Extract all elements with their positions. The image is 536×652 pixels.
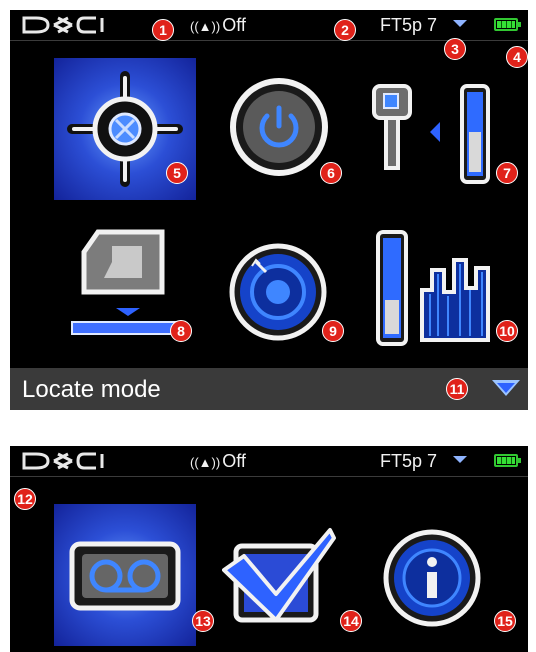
menu-item-calibration[interactable] [70, 222, 180, 342]
mode-bar: Locate mode 11 [10, 368, 528, 410]
settings-dial-icon [229, 243, 327, 341]
antenna-icon: ((▲)) [190, 19, 221, 34]
callout-badge: 9 [322, 320, 344, 342]
callout-badge: 8 [170, 320, 192, 342]
menu-item-power[interactable] [228, 76, 330, 178]
recorder-tape-icon [69, 541, 181, 611]
callout-badge: 4 [506, 46, 528, 68]
next-menu-arrow-icon[interactable] [492, 380, 520, 396]
frequency-down-indicator-icon [453, 20, 467, 27]
callout-badge: 1 [152, 19, 174, 41]
mode-label: Locate mode [22, 376, 161, 403]
transmitter-depth-icon [372, 84, 490, 184]
callout-badge: 2 [334, 19, 356, 41]
callout-badge: 14 [340, 610, 362, 632]
menu-item-info[interactable] [380, 526, 484, 630]
battery-full-icon [494, 454, 521, 467]
status-bar: ((▲)) Off FT5p 7 [10, 446, 528, 477]
locator-second-menu-screen: ((▲)) Off FT5p 7 12 13 14 15 [10, 446, 528, 652]
menu-item-signal[interactable] [374, 230, 514, 348]
radio-status-text: Off [222, 15, 246, 35]
battery-full-icon [494, 18, 521, 31]
frequency-down-indicator-icon [453, 456, 467, 463]
checkbox-icon [222, 528, 336, 623]
callout-badge: 6 [320, 162, 342, 184]
menu-item-depth[interactable] [366, 82, 506, 186]
signal-level-icon [376, 230, 490, 346]
callout-badge: 5 [166, 162, 188, 184]
menu-item-settings[interactable] [226, 240, 330, 344]
callout-badge: 12 [14, 488, 36, 510]
menu-item-checklist[interactable] [222, 526, 338, 626]
callout-badge: 13 [192, 610, 214, 632]
callout-badge: 10 [496, 320, 518, 342]
frequency-label: FT5p 7 [380, 451, 438, 471]
drill-head-calibration-icon [71, 229, 177, 335]
info-icon [383, 529, 481, 627]
callout-badge: 7 [496, 162, 518, 184]
dci-logo [22, 452, 104, 470]
radio-status: ((▲)) Off [190, 15, 246, 36]
callout-badge: 15 [494, 610, 516, 632]
callout-badge: 11 [446, 378, 468, 400]
callout-badge: 3 [444, 38, 466, 60]
radio-status: ((▲)) Off [190, 451, 246, 472]
power-icon [230, 78, 328, 176]
antenna-icon: ((▲)) [190, 455, 221, 470]
radio-status-text: Off [222, 451, 246, 471]
frequency-label: FT5p 7 [380, 15, 438, 35]
status-bar: ((▲)) Off FT5p 7 [10, 10, 528, 41]
dci-logo [22, 16, 104, 34]
locator-main-menu-screen: ((▲)) Off FT5p 7 1 2 3 4 5 6 7 8 9 10 Lo… [10, 10, 528, 410]
menu-item-recorder[interactable] [54, 504, 196, 646]
